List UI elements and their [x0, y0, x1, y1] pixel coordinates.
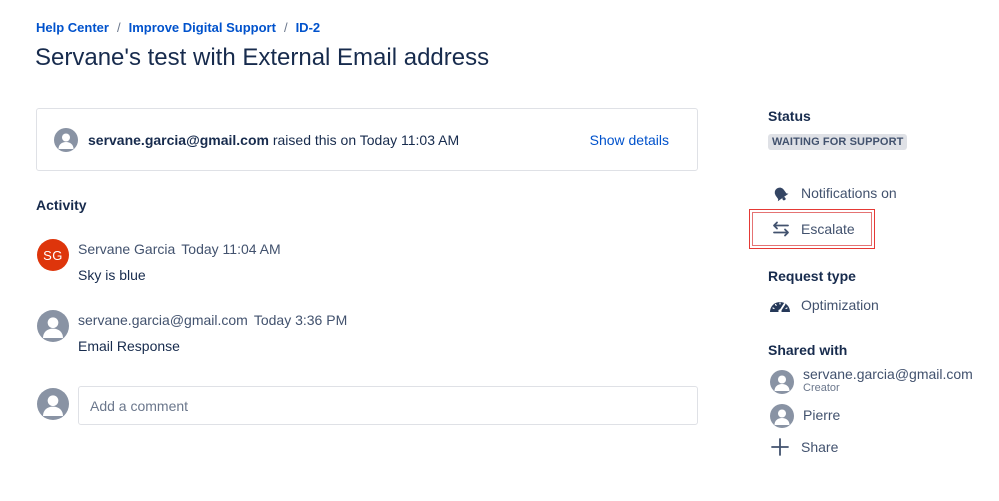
breadcrumb-separator: / [283, 20, 288, 35]
share-button[interactable]: Share [768, 435, 838, 459]
current-user-avatar-icon [37, 388, 69, 420]
page-title: Servane's test with External Email addre… [35, 44, 490, 71]
activity-time: Today 3:36 PM [253, 312, 348, 328]
reporter-email: servane.garcia@gmail.com [88, 131, 269, 148]
request-type-value: Optimization [768, 293, 879, 317]
activity-body: Sky is blue [78, 267, 146, 283]
activity-author: servane.garcia@gmail.com [78, 312, 248, 328]
plus-icon [768, 435, 792, 459]
add-comment-input[interactable]: Add a comment [78, 386, 698, 425]
activity-body: Email Response [78, 338, 180, 354]
person-avatar-icon [37, 310, 69, 342]
request-raised-panel: servane.garcia@gmail.com raised this on … [36, 108, 698, 171]
activity-author: Servane Garcia [78, 241, 176, 257]
request-type-text: Optimization [801, 297, 879, 313]
swap-arrows-icon [769, 217, 793, 241]
person-avatar-icon [770, 404, 794, 428]
breadcrumb-separator: / [116, 20, 121, 35]
activity-meta: servane.garcia@gmail.com Today 3:36 PM [78, 312, 347, 328]
notifications-label: Notifications on [801, 185, 897, 201]
show-details-link[interactable]: Show details [590, 132, 669, 148]
breadcrumb-help-center[interactable]: Help Center [36, 20, 109, 35]
activity-time: Today 11:04 AM [181, 241, 281, 257]
breadcrumb-improve-digital-support[interactable]: Improve Digital Support [129, 20, 276, 35]
bell-icon [768, 181, 792, 205]
shared-person-name: servane.garcia@gmail.com [803, 366, 973, 382]
raised-info: servane.garcia@gmail.com raised this on … [88, 132, 459, 148]
person-avatar-icon [770, 370, 794, 394]
shared-person-role: Creator [803, 382, 840, 394]
escalate-label: Escalate [801, 221, 855, 237]
escalate-button[interactable]: Escalate [752, 212, 872, 246]
breadcrumb-issue-id[interactable]: ID-2 [296, 20, 321, 35]
raised-time-text: raised this on Today 11:03 AM [272, 131, 460, 148]
shared-with-label: Shared with [768, 342, 848, 358]
notifications-toggle[interactable]: Notifications on [768, 181, 897, 205]
status-label: Status [768, 108, 811, 124]
share-label: Share [801, 439, 839, 455]
shared-person: servane.garcia@gmail.com Creator [770, 366, 973, 395]
avatar: SG [37, 239, 69, 271]
status-badge: WAITING FOR SUPPORT [768, 134, 908, 150]
reporter-avatar-icon [54, 127, 78, 152]
activity-heading: Activity [36, 197, 87, 213]
request-type-label: Request type [768, 268, 856, 284]
breadcrumb: Help Center / Improve Digital Support / … [36, 20, 320, 35]
shared-person-name: Pierre [803, 407, 841, 423]
activity-meta: Servane Garcia Today 11:04 AM [78, 241, 281, 257]
gauge-icon [768, 293, 792, 317]
shared-person: Pierre [770, 404, 840, 428]
